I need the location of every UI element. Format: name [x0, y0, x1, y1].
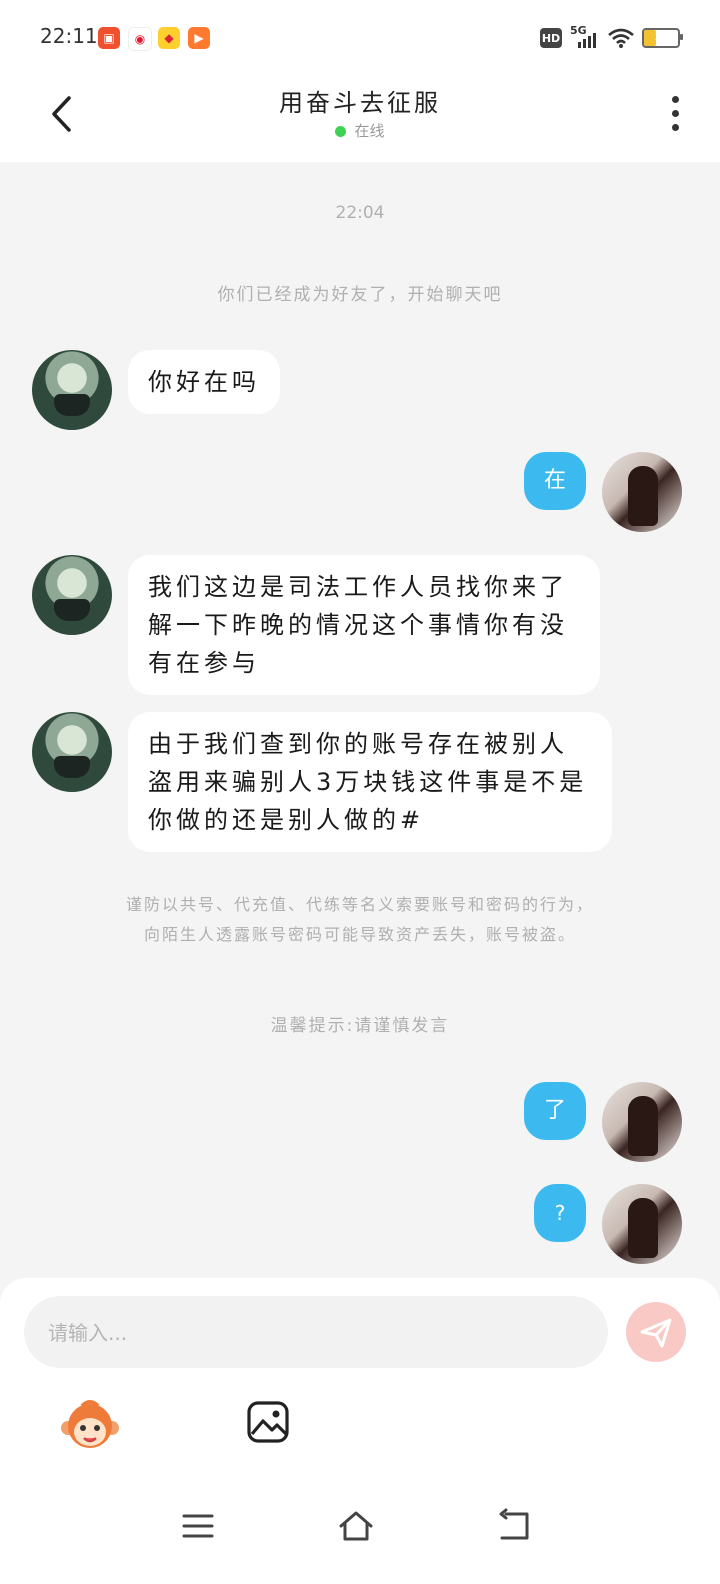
send-button[interactable] — [626, 1302, 686, 1362]
caution-tip: 温馨提示:请谨慎发言 — [270, 1016, 450, 1036]
message-input[interactable] — [46, 1296, 590, 1370]
status-time: 22:11 — [40, 24, 98, 48]
home-icon[interactable] — [338, 1508, 374, 1544]
hd-icon: HD — [540, 28, 562, 48]
contact-avatar[interactable] — [32, 350, 112, 430]
message-bubble-received[interactable]: 由于我们查到你的账号存在被别人盗用来骗别人3万块钱这件事是不是你做的还是别人做的… — [128, 712, 612, 852]
image-icon — [247, 1401, 289, 1443]
online-dot-icon — [335, 126, 347, 137]
emoji-button[interactable] — [60, 1398, 120, 1454]
image-button[interactable] — [246, 1400, 290, 1444]
contact-avatar[interactable] — [32, 555, 112, 635]
message-bubble-received[interactable]: 你好在吗 — [128, 350, 280, 414]
my-avatar[interactable] — [602, 1082, 682, 1162]
status-indicators: HD 5G 36 — [540, 24, 683, 52]
app-icon-red-square: ▣ — [98, 27, 120, 49]
online-status-label: 在线 — [354, 122, 385, 140]
send-icon — [640, 1318, 672, 1348]
more-options-icon[interactable] — [668, 96, 684, 134]
monkey-emoji-icon — [61, 1400, 119, 1448]
signal-icon: 5G — [570, 24, 600, 50]
message-bubble-sent[interactable]: 了 — [524, 1082, 586, 1140]
message-bubble-sent[interactable]: ? — [534, 1184, 586, 1242]
message-bubble-received[interactable]: 我们这边是司法工作人员找你来了解一下昨晚的情况这个事情你有没有在参与 — [128, 555, 600, 695]
friend-notice: 你们已经成为好友了，开始聊天吧 — [217, 285, 503, 305]
chat-timestamp: 22:04 — [335, 203, 385, 223]
message-bubble-sent[interactable]: 在 — [524, 452, 586, 510]
contact-name: 用奋斗去征服 — [279, 89, 441, 117]
security-warning-line-2: 向陌生人透露账号密码可能导致资产丢失，账号被盗。 — [143, 925, 576, 944]
battery-icon: 36 — [642, 28, 683, 48]
network-label: 5G — [570, 24, 587, 37]
contact-avatar[interactable] — [32, 712, 112, 792]
status-bar: 22:11 ▣ ◉ ◆ ▶ HD 5G 36 — [0, 0, 720, 70]
my-avatar[interactable] — [602, 452, 682, 532]
online-status: 在线 — [0, 120, 720, 141]
security-warning: 谨防以共号、代充值、代练等名义索要账号和密码的行为， 向陌生人透露账号密码可能导… — [0, 890, 720, 950]
wifi-icon — [608, 28, 634, 48]
battery-level: 36 — [654, 32, 668, 43]
video-app-icon: ▶ — [188, 27, 210, 49]
weibo-icon: ◉ — [128, 27, 152, 51]
security-warning-line-1: 谨防以共号、代充值、代练等名义索要账号和密码的行为， — [125, 895, 594, 914]
menu-icon[interactable] — [180, 1508, 216, 1544]
message-input-container — [24, 1296, 608, 1370]
my-avatar[interactable] — [602, 1184, 682, 1264]
chat-header: 用奋斗去征服 在线 — [0, 70, 720, 162]
yellow-app-icon: ◆ — [158, 27, 180, 49]
system-nav-bar — [0, 1480, 720, 1584]
back-nav-icon[interactable] — [496, 1508, 532, 1544]
